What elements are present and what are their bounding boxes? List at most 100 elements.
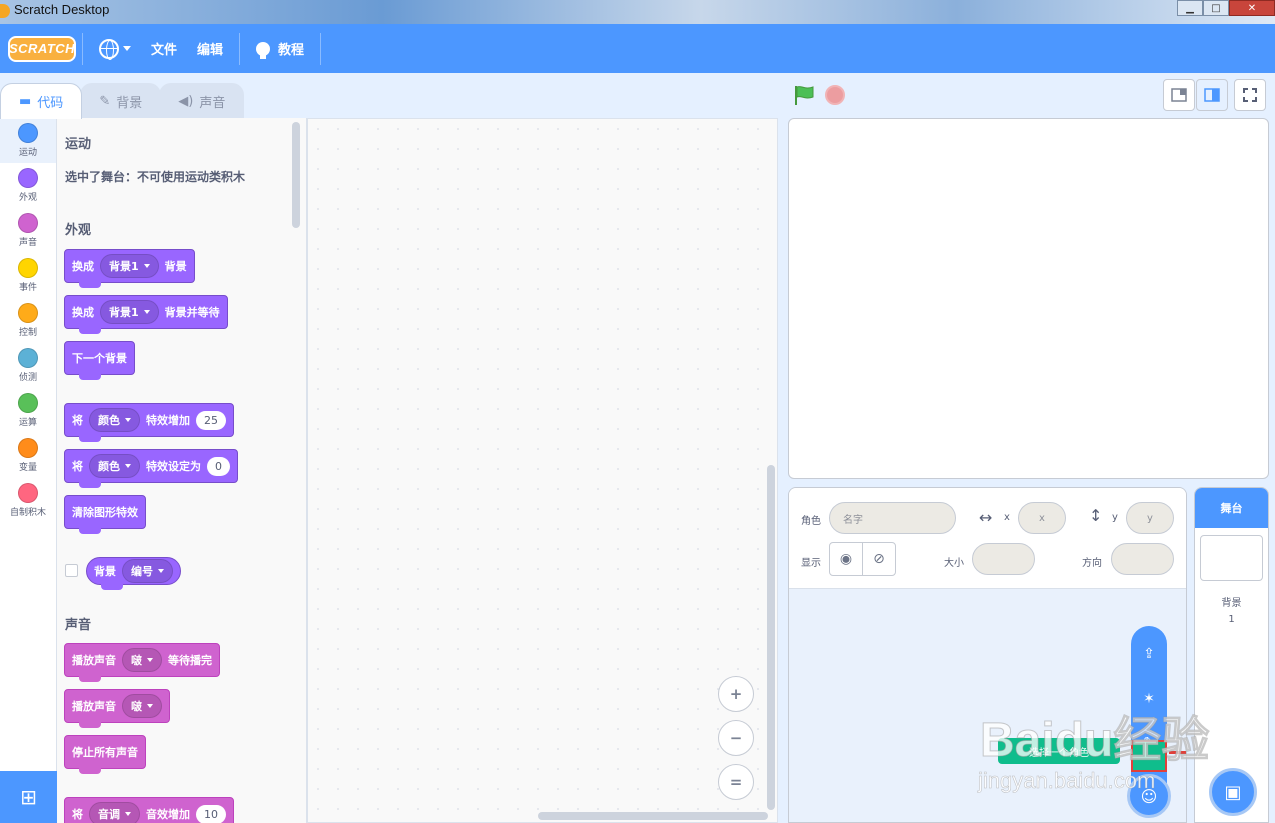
small-stage-icon xyxy=(1171,88,1187,102)
block-text: 播放声音 xyxy=(72,700,116,713)
fullscreen-button[interactable] xyxy=(1234,79,1266,111)
dropdown-value: 啵 xyxy=(131,700,142,713)
block-switch-backdrop-wait[interactable]: 换成 背景1 背景并等待 xyxy=(64,295,228,334)
sprite-info: 角色 名字 ↔ x x ↕ y y 显示 ◉ ⊘ 大小 方向 xyxy=(789,488,1186,589)
palette-scrollbar[interactable] xyxy=(292,122,300,228)
brush-icon: ✎ xyxy=(99,94,111,109)
scratch-logo[interactable]: SCRATCH xyxy=(8,35,76,62)
category-dot xyxy=(18,258,38,278)
stage-selector[interactable]: 舞台 背景 1 ▣ xyxy=(1194,487,1269,823)
choose-backdrop-button[interactable]: ▣ xyxy=(1209,768,1257,816)
x-field[interactable]: x xyxy=(1018,502,1066,534)
category-control[interactable]: 控制 xyxy=(0,298,56,343)
size-field[interactable] xyxy=(972,543,1035,575)
backdrop-dropdown[interactable]: 背景1 xyxy=(100,300,159,324)
category-sound[interactable]: 声音 xyxy=(0,208,56,253)
script-vertical-scrollbar[interactable] xyxy=(767,465,775,810)
block-change-pitch[interactable]: 将 音调 音效增加 10 xyxy=(64,797,234,823)
backdrop-dropdown[interactable]: 背景1 xyxy=(100,254,159,278)
tutorials-label: 教程 xyxy=(278,43,305,58)
motion-heading: 运动 xyxy=(65,137,92,152)
window-title: Scratch Desktop xyxy=(14,2,110,17)
tab-backdrops-label: 背景 xyxy=(116,96,143,111)
zoom-in-icon: + xyxy=(729,685,743,703)
looks-heading: 外观 xyxy=(65,223,92,238)
dropdown-value: 颜色 xyxy=(98,414,120,427)
sound-effect-dropdown[interactable]: 音调 xyxy=(89,802,140,823)
block-switch-backdrop[interactable]: 换成 背景1 背景 xyxy=(64,249,195,288)
block-play-sound-wait[interactable]: 播放声音 啵 等待播完 xyxy=(64,643,220,682)
window-controls: ▁ □ ✕ xyxy=(1177,0,1275,16)
category-events[interactable]: 事件 xyxy=(0,253,56,298)
script-horizontal-scrollbar[interactable] xyxy=(538,812,768,820)
number-input[interactable]: 25 xyxy=(196,410,226,430)
chevron-down-icon xyxy=(143,264,150,268)
number-name-dropdown[interactable]: 编号 xyxy=(122,559,173,583)
reporter-checkbox[interactable] xyxy=(65,564,78,577)
category-dot xyxy=(18,303,38,323)
sprite-name-placeholder: 名字 xyxy=(843,514,863,526)
small-stage-button[interactable] xyxy=(1163,79,1195,111)
effect-dropdown[interactable]: 颜色 xyxy=(89,408,140,432)
y-field[interactable]: y xyxy=(1126,502,1174,534)
number-input[interactable]: 10 xyxy=(196,804,226,823)
close-button[interactable]: ✕ xyxy=(1229,0,1275,16)
category-variables[interactable]: 变量 xyxy=(0,433,56,478)
zoom-in-button[interactable]: + xyxy=(718,676,754,712)
category-dot xyxy=(18,348,38,368)
sound-heading: 声音 xyxy=(65,618,92,633)
script-area[interactable]: + − = xyxy=(307,118,778,823)
category-my-blocks[interactable]: 自制积木 xyxy=(0,478,56,523)
tab-code[interactable]: ▬ 代码 xyxy=(0,83,83,119)
tutorials-menu[interactable]: 教程 xyxy=(246,24,314,73)
vertical-arrows-icon: ↕ xyxy=(1089,506,1103,525)
category-motion[interactable]: 运动 xyxy=(0,118,56,163)
block-set-effect[interactable]: 将 颜色 特效设定为 0 xyxy=(64,449,238,488)
stage-thumbnail[interactable] xyxy=(1200,535,1263,581)
sound-dropdown[interactable]: 啵 xyxy=(122,694,162,718)
green-flag-icon[interactable] xyxy=(793,84,815,106)
category-menu: 运动 外观 声音 事件 控制 侦测 运算 变量 自制积木 ⊞ xyxy=(0,118,57,823)
maximize-button[interactable]: □ xyxy=(1203,0,1229,16)
dropdown-value: 背景1 xyxy=(109,306,139,319)
block-change-effect[interactable]: 将 颜色 特效增加 25 xyxy=(64,403,234,442)
block-clear-effects[interactable]: 清除图形特效 xyxy=(64,495,146,534)
edit-menu[interactable]: 编辑 xyxy=(187,24,233,73)
upload-icon[interactable]: ⇪ xyxy=(1143,646,1155,662)
dropdown-value: 颜色 xyxy=(98,460,120,473)
show-sprite-button[interactable]: ◉ xyxy=(829,542,863,576)
zoom-out-button[interactable]: − xyxy=(718,720,754,756)
chevron-down-icon xyxy=(125,418,131,422)
effect-dropdown[interactable]: 颜色 xyxy=(89,454,140,478)
stop-button[interactable] xyxy=(825,85,845,105)
add-extension-button[interactable]: ⊞ xyxy=(0,771,57,823)
watermark-logo: Baidu经验 xyxy=(979,714,1210,768)
title-bar: Scratch Desktop ▁ □ ✕ xyxy=(0,0,1275,24)
y-placeholder: y xyxy=(1147,512,1153,524)
zoom-reset-button[interactable]: = xyxy=(718,764,754,800)
file-menu[interactable]: 文件 xyxy=(141,24,187,73)
tab-code-label: 代码 xyxy=(37,96,64,111)
sound-dropdown[interactable]: 啵 xyxy=(122,648,162,672)
block-stop-all-sounds[interactable]: 停止所有声音 xyxy=(64,735,146,774)
language-menu[interactable] xyxy=(89,24,141,73)
tab-backdrops[interactable]: ✎ 背景 xyxy=(80,83,162,119)
block-play-sound[interactable]: 播放声音 啵 xyxy=(64,689,170,728)
chevron-down-icon xyxy=(143,310,150,314)
eye-icon: ◉ xyxy=(839,551,853,567)
hide-sprite-button[interactable]: ⊘ xyxy=(862,542,896,576)
category-label: 变量 xyxy=(18,463,37,473)
stage-canvas[interactable] xyxy=(788,118,1269,479)
direction-field[interactable] xyxy=(1111,543,1174,575)
category-sensing[interactable]: 侦测 xyxy=(0,343,56,388)
tab-sounds[interactable]: ◀) 声音 xyxy=(159,83,245,119)
category-looks[interactable]: 外观 xyxy=(0,163,56,208)
block-backdrop-number[interactable]: 背景 编号 xyxy=(86,557,181,590)
menu-divider xyxy=(239,32,241,65)
block-next-backdrop[interactable]: 下一个背景 xyxy=(64,341,135,380)
minimize-button[interactable]: ▁ xyxy=(1177,0,1203,16)
category-operators[interactable]: 运算 xyxy=(0,388,56,433)
sprite-name-field[interactable]: 名字 xyxy=(829,502,956,534)
number-input[interactable]: 0 xyxy=(207,456,230,476)
normal-stage-button[interactable] xyxy=(1196,79,1228,111)
